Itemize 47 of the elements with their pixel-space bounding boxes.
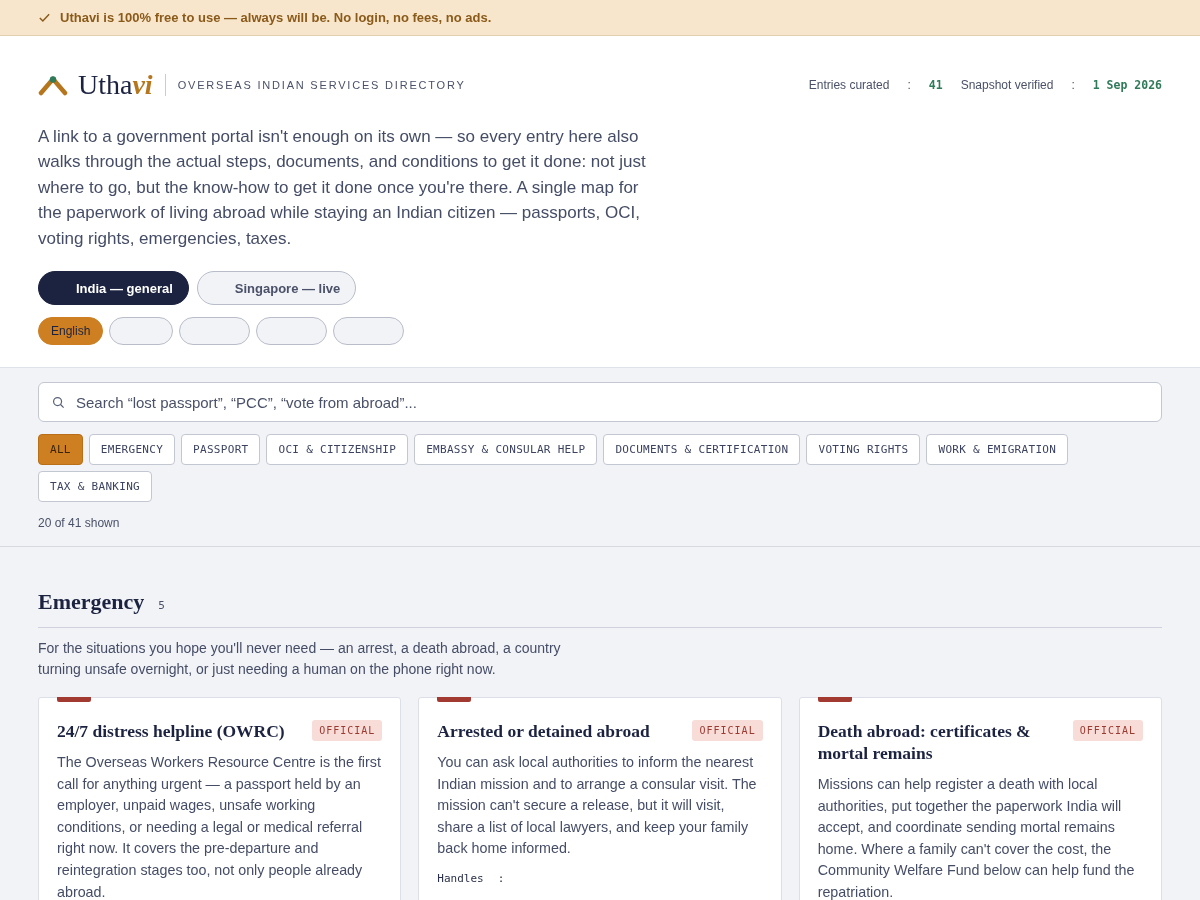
section-description: For the situations you hope you'll never need — an arrest, a death abroad, a country turning unsafe overnight, or just needing a human on the phone right now. bbox=[38, 639, 562, 680]
stat-value: 1 Sep 2026 bbox=[1092, 78, 1162, 92]
section-title: Emergency bbox=[38, 589, 145, 616]
tagline: OVERSEAS INDIAN SERVICES DIRECTORY bbox=[177, 79, 466, 91]
card-description: The Overseas Workers Resource Centre is the first call for anything urgent — a passport held by an employer, unpaid wages, unsafe working conditions, or needing a legal or medical referral right now. It covers the pre-departure and reintegration stages too, not only people already abroad. bbox=[57, 753, 382, 900]
stat-separator: : bbox=[907, 78, 911, 92]
region-toggle[interactable]: India — general bbox=[38, 271, 189, 306]
handles-separator: : bbox=[497, 872, 505, 885]
category-filter[interactable]: PASSPORT bbox=[181, 434, 261, 466]
stat-label: Snapshot verified bbox=[960, 78, 1054, 92]
banner-text: Uthavi is 100% free to use — always will be. No login, no fees, no ads. bbox=[60, 10, 492, 25]
card-accent bbox=[817, 697, 852, 703]
card-title: Arrested or detained abroad bbox=[437, 720, 650, 743]
language-option[interactable] bbox=[109, 317, 174, 346]
category-filter[interactable]: TAX & BANKING bbox=[38, 471, 152, 503]
category-filter[interactable]: WORK & EMIGRATION bbox=[926, 434, 1069, 466]
category-filter[interactable]: EMERGENCY bbox=[88, 434, 176, 466]
official-badge: OFFICIAL bbox=[1072, 720, 1143, 742]
handles-label: Handles bbox=[437, 872, 484, 885]
category-filter[interactable]: EMBASSY & CONSULAR HELP bbox=[414, 434, 598, 466]
category-filter[interactable]: VOTING RIGHTS bbox=[806, 434, 921, 466]
language-option[interactable] bbox=[179, 317, 251, 346]
official-badge: OFFICIAL bbox=[692, 720, 763, 742]
card-description: You can ask local authorities to inform the nearest Indian mission and to arrange a consular visit. The mission can't secure a release, but it will visit, share a list of local lawyers, and keep your family back home informed. bbox=[437, 753, 758, 859]
language-option[interactable]: English bbox=[38, 317, 104, 346]
card-accent bbox=[57, 697, 91, 703]
card-accent bbox=[437, 697, 472, 703]
official-badge: OFFICIAL bbox=[312, 720, 383, 742]
check-icon bbox=[38, 11, 51, 24]
result-count: 20 of 41 shown bbox=[38, 516, 121, 531]
language-option[interactable] bbox=[333, 317, 405, 346]
language-option[interactable] bbox=[256, 317, 328, 346]
brand-name: Uthavi bbox=[78, 71, 153, 99]
section-count: 5 bbox=[158, 599, 165, 613]
category-filter[interactable]: ALL bbox=[38, 434, 83, 466]
card-title: 24/7 distress helpline (OWRC) bbox=[57, 720, 285, 743]
search-field[interactable]: Search “lost passport”, “PCC”, “vote from abroad”... bbox=[38, 382, 1162, 423]
intro-paragraph: A link to a government portal isn't enough on its own — so every entry here also walks through the actual steps, documents, and conditions to get it done: not just where to go, but the know-how to get it done once you're there. A single map for the paperwork of living abroad while staying an Indian citizen — passports, OCI, voting rights, emergencies, taxes. bbox=[38, 126, 647, 250]
region-toggle[interactable]: Singapore — live bbox=[196, 271, 357, 306]
card-description: Missions can help register a death with local authorities, put together the paperwork India will accept, and coordinate sending mortal remains home. Where a family can't cover the cost, the Community Welfare Fund below can help fund the repatriation. bbox=[817, 775, 1136, 900]
card-title: Death abroad: certificates & mortal remains bbox=[817, 720, 1032, 765]
stat-label: Entries curated bbox=[808, 78, 890, 92]
stat-separator: : bbox=[1071, 78, 1075, 92]
category-filter[interactable]: OCI & CITIZENSHIP bbox=[266, 434, 409, 466]
category-filter[interactable]: DOCUMENTS & CERTIFICATION bbox=[603, 434, 801, 466]
stat-value: 41 bbox=[928, 78, 943, 92]
logo-icon bbox=[38, 74, 68, 96]
